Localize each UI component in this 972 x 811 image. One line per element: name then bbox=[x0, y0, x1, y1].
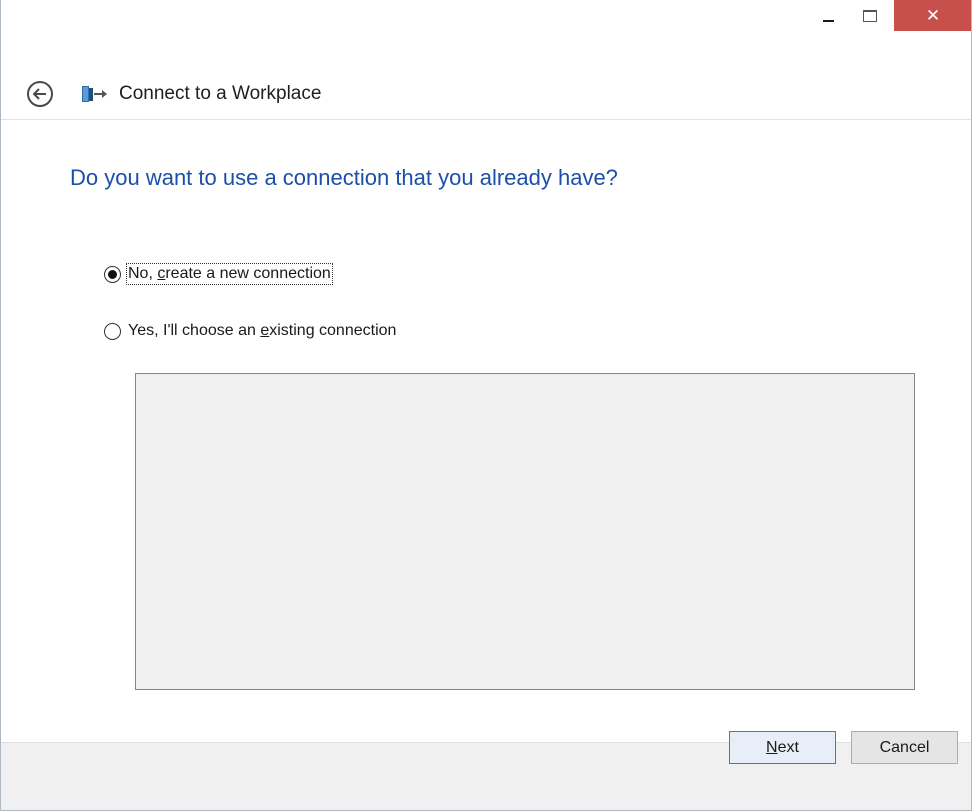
option-existing-connection-label[interactable]: Yes, I'll choose an existing connection bbox=[127, 321, 397, 341]
maximize-button[interactable] bbox=[855, 0, 885, 31]
option-existing-connection[interactable]: Yes, I'll choose an existing connection bbox=[104, 321, 397, 341]
option-new-connection[interactable]: No, create a new connection bbox=[104, 263, 333, 285]
next-button[interactable]: Next bbox=[729, 731, 836, 764]
minimize-icon bbox=[822, 19, 834, 22]
option-new-connection-label[interactable]: No, create a new connection bbox=[126, 263, 333, 285]
existing-connections-list bbox=[135, 373, 915, 690]
back-arrow-icon bbox=[33, 88, 46, 100]
radio-existing-connection[interactable] bbox=[104, 322, 121, 340]
wizard-navigation: Connect to a Workplace bbox=[1, 70, 971, 120]
close-button[interactable]: ✕ bbox=[894, 0, 971, 31]
page-heading: Do you want to use a connection that you… bbox=[70, 165, 618, 190]
workplace-network-icon bbox=[82, 86, 107, 102]
wizard-window: ✕ Connect to a Workplace Do you want to … bbox=[0, 0, 972, 811]
header-divider bbox=[1, 119, 971, 120]
close-icon: ✕ bbox=[925, 5, 941, 26]
radio-new-connection[interactable] bbox=[104, 265, 121, 283]
back-button[interactable] bbox=[27, 81, 53, 107]
maximize-icon bbox=[863, 9, 877, 22]
radio-selected-dot bbox=[108, 269, 117, 279]
minimize-button[interactable] bbox=[813, 0, 843, 31]
cancel-button[interactable]: Cancel bbox=[851, 731, 958, 764]
window-title: Connect to a Workplace bbox=[119, 83, 322, 104]
